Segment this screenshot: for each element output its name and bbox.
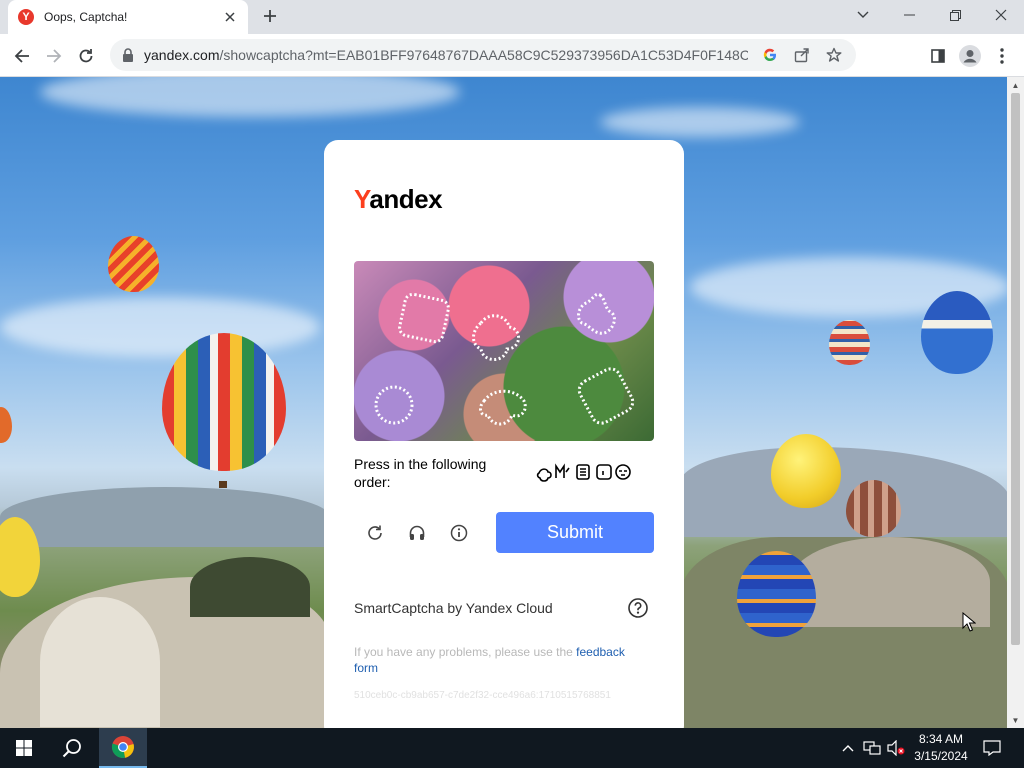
hot-air-balloon [737, 551, 816, 637]
windows-taskbar: 8:34 AM 3/15/2024 [0, 728, 1024, 768]
tab-title: Oops, Captcha! [44, 10, 128, 24]
forward-arrow-icon[interactable] [40, 42, 68, 70]
chevron-up-icon[interactable] [838, 738, 858, 758]
rock-formations [40, 597, 160, 727]
balloon-basket [219, 481, 227, 488]
tab-strip: Y Oops, Captcha! [0, 0, 1024, 34]
hot-air-balloon [108, 236, 159, 292]
scroll-up-icon[interactable]: ▲ [1007, 77, 1024, 93]
submit-button[interactable]: Submit [496, 512, 654, 553]
cloud [0, 297, 320, 357]
yandex-favicon: Y [18, 9, 34, 25]
request-id: 510ceb0c-cb9ab657-c7de2f32-cce496a6:1710… [354, 690, 611, 701]
question-circle-icon[interactable] [628, 598, 648, 618]
notification-icon[interactable] [982, 738, 1002, 758]
plus-icon[interactable] [258, 4, 282, 28]
chrome-icon[interactable] [99, 728, 147, 768]
clock-time: 8:34 AM [918, 732, 964, 746]
close-window-icon[interactable] [978, 0, 1024, 30]
scroll-thumb[interactable] [1011, 93, 1020, 645]
hot-air-balloon [162, 333, 286, 471]
captcha-image[interactable] [354, 261, 654, 441]
close-icon[interactable] [222, 9, 238, 26]
hot-air-balloon [0, 407, 12, 443]
share-icon[interactable] [792, 45, 812, 65]
reload-icon[interactable] [72, 42, 100, 70]
google-icon[interactable] [760, 45, 780, 65]
page-scrollbar[interactable]: ▲ ▼ [1007, 77, 1024, 728]
cloud [600, 107, 800, 137]
refresh-icon[interactable] [364, 522, 386, 544]
restore-icon[interactable] [932, 0, 978, 30]
mountains [680, 447, 1007, 537]
mouse-cursor [962, 611, 977, 632]
yandex-logo: Yandex [354, 184, 443, 214]
volume-muted-icon[interactable] [886, 738, 906, 758]
star-icon[interactable] [824, 45, 844, 65]
captcha-order-icons [536, 462, 634, 482]
scroll-down-icon[interactable]: ▼ [1007, 712, 1024, 728]
chevron-down-icon[interactable] [840, 0, 886, 30]
back-arrow-icon[interactable] [8, 42, 36, 70]
tab-active[interactable]: Y Oops, Captcha! [8, 0, 248, 34]
captcha-instruction: Press in the following order: [354, 456, 487, 490]
hot-air-balloon [829, 320, 870, 365]
problems-text: If you have any problems, please use the… [354, 645, 625, 675]
hot-air-balloon [921, 291, 993, 374]
mountains [0, 487, 330, 547]
profile-icon[interactable] [956, 42, 984, 70]
system-clock[interactable]: 8:34 AM 3/15/2024 [906, 731, 976, 765]
info-icon[interactable] [448, 522, 470, 544]
rock-formations [790, 537, 990, 627]
hot-air-balloon [846, 480, 901, 537]
trees [190, 557, 310, 617]
hot-air-balloon [771, 434, 841, 508]
sidepanel-icon[interactable] [924, 42, 952, 70]
menu-dots-icon[interactable] [988, 42, 1016, 70]
smartcaptcha-brand: SmartCaptcha by Yandex Cloud [354, 600, 553, 616]
cloud [40, 77, 460, 117]
search-icon[interactable] [48, 728, 96, 768]
lock-icon[interactable] [122, 48, 134, 62]
headphones-icon[interactable] [406, 522, 428, 544]
minimize-icon[interactable] [886, 0, 932, 30]
network-icon[interactable] [862, 738, 882, 758]
address-bar[interactable]: yandex.com/showcaptcha?mt=EAB01BFF976487… [110, 39, 856, 71]
clock-date: 3/15/2024 [914, 749, 968, 763]
windows-start-icon[interactable] [0, 728, 48, 768]
browser-toolbar: yandex.com/showcaptcha?mt=EAB01BFF976487… [0, 34, 1024, 77]
url-text[interactable]: yandex.com/showcaptcha?mt=EAB01BFF976487… [144, 47, 748, 63]
